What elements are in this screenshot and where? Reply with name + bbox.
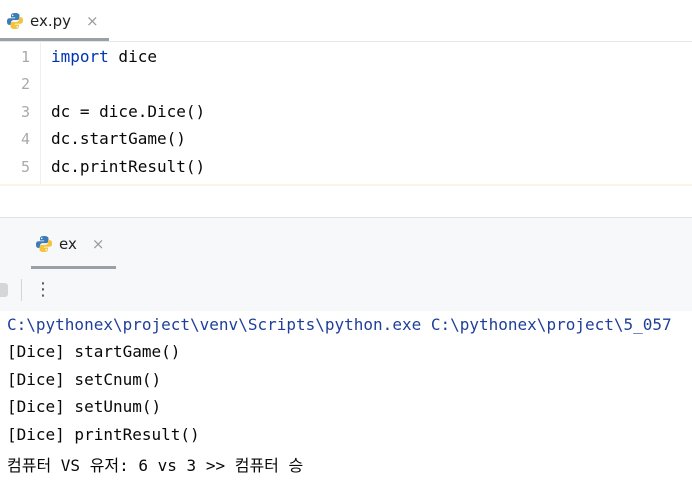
pane-splitter[interactable] xyxy=(0,186,692,217)
gutter-divider xyxy=(40,42,41,185)
run-tab-label: ex xyxy=(59,234,77,253)
run-toolbar xyxy=(0,269,692,311)
console-line: 컴퓨터 VS 유저: 6 vs 3 >> 컴퓨터 승 xyxy=(7,456,304,475)
tab-run-ex[interactable]: ex × xyxy=(31,218,117,269)
code-line-5: dc.printResult() xyxy=(51,157,206,176)
close-tab-icon[interactable]: × xyxy=(86,12,99,30)
line-number: 2 xyxy=(20,75,30,93)
code-line-4: dc.startGame() xyxy=(51,129,186,148)
stop-icon[interactable] xyxy=(0,283,8,297)
active-tab-indicator xyxy=(0,38,109,41)
code-editor[interactable]: 1 2 3 4 5 import dice dc = dice.Dice() d… xyxy=(0,42,692,185)
console-output[interactable]: C:\pythonex\project\venv\Scripts\python.… xyxy=(0,311,692,484)
line-number: 3 xyxy=(20,103,30,121)
toolbar-divider xyxy=(21,279,22,301)
line-number: 1 xyxy=(20,48,30,66)
console-line: [Dice] setCnum() xyxy=(7,370,162,389)
console-line: C:\pythonex\project\venv\Scripts\python.… xyxy=(7,315,672,334)
tab-label: ex.py xyxy=(30,11,72,30)
code-text: dice xyxy=(108,47,157,66)
code-line-3: dc = dice.Dice() xyxy=(51,102,206,121)
line-number: 4 xyxy=(20,130,30,148)
python-run-icon xyxy=(36,235,52,252)
code-line-1: import dice xyxy=(51,47,157,66)
editor-tab-bar: ex.py × xyxy=(0,0,692,42)
python-file-icon xyxy=(7,12,23,29)
tab-ex-py[interactable]: ex.py × xyxy=(0,0,109,41)
line-number: 5 xyxy=(20,158,30,176)
run-tool-window-tabs: ex × xyxy=(0,217,692,270)
console-line: [Dice] printResult() xyxy=(7,425,200,444)
close-run-tab-icon[interactable]: × xyxy=(92,235,105,253)
more-options-icon[interactable]: ⋮ xyxy=(34,279,52,301)
console-line: [Dice] setUnum() xyxy=(7,397,162,416)
console-line: [Dice] startGame() xyxy=(7,342,181,361)
import-keyword: import xyxy=(51,47,109,66)
